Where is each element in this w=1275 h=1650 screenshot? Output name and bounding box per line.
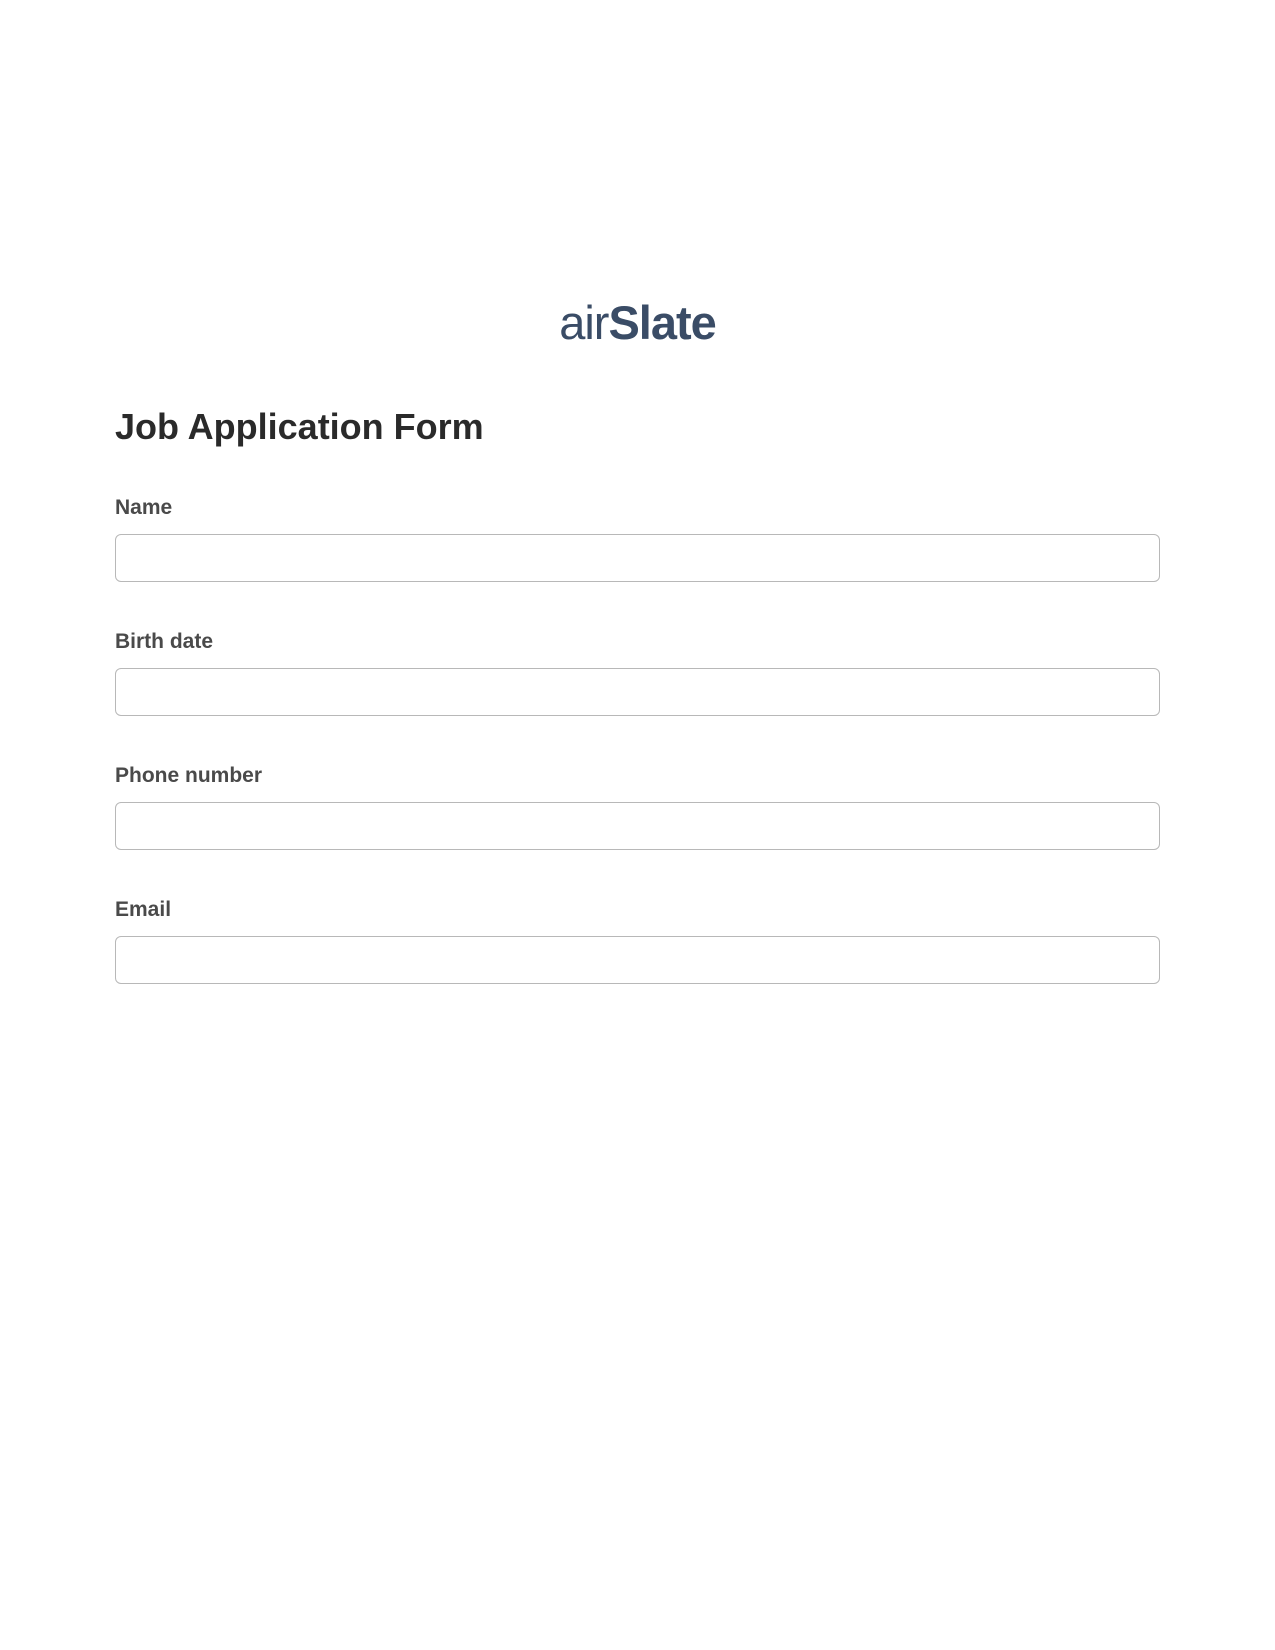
name-input[interactable] xyxy=(115,534,1160,582)
form-field-name: Name xyxy=(115,496,1160,582)
email-label: Email xyxy=(115,898,1160,922)
logo-wrapper: airSlate xyxy=(115,295,1160,350)
logo-prefix: air xyxy=(559,296,608,349)
name-label: Name xyxy=(115,496,1160,520)
logo-suffix: Slate xyxy=(608,296,715,349)
airslate-logo: airSlate xyxy=(559,295,716,350)
email-input[interactable] xyxy=(115,936,1160,984)
phone-input[interactable] xyxy=(115,802,1160,850)
form-container: airSlate Job Application Form Name Birth… xyxy=(0,0,1275,984)
birthdate-label: Birth date xyxy=(115,630,1160,654)
form-title: Job Application Form xyxy=(115,406,1160,448)
form-field-birthdate: Birth date xyxy=(115,630,1160,716)
form-field-email: Email xyxy=(115,898,1160,984)
phone-label: Phone number xyxy=(115,764,1160,788)
birthdate-input[interactable] xyxy=(115,668,1160,716)
form-field-phone: Phone number xyxy=(115,764,1160,850)
